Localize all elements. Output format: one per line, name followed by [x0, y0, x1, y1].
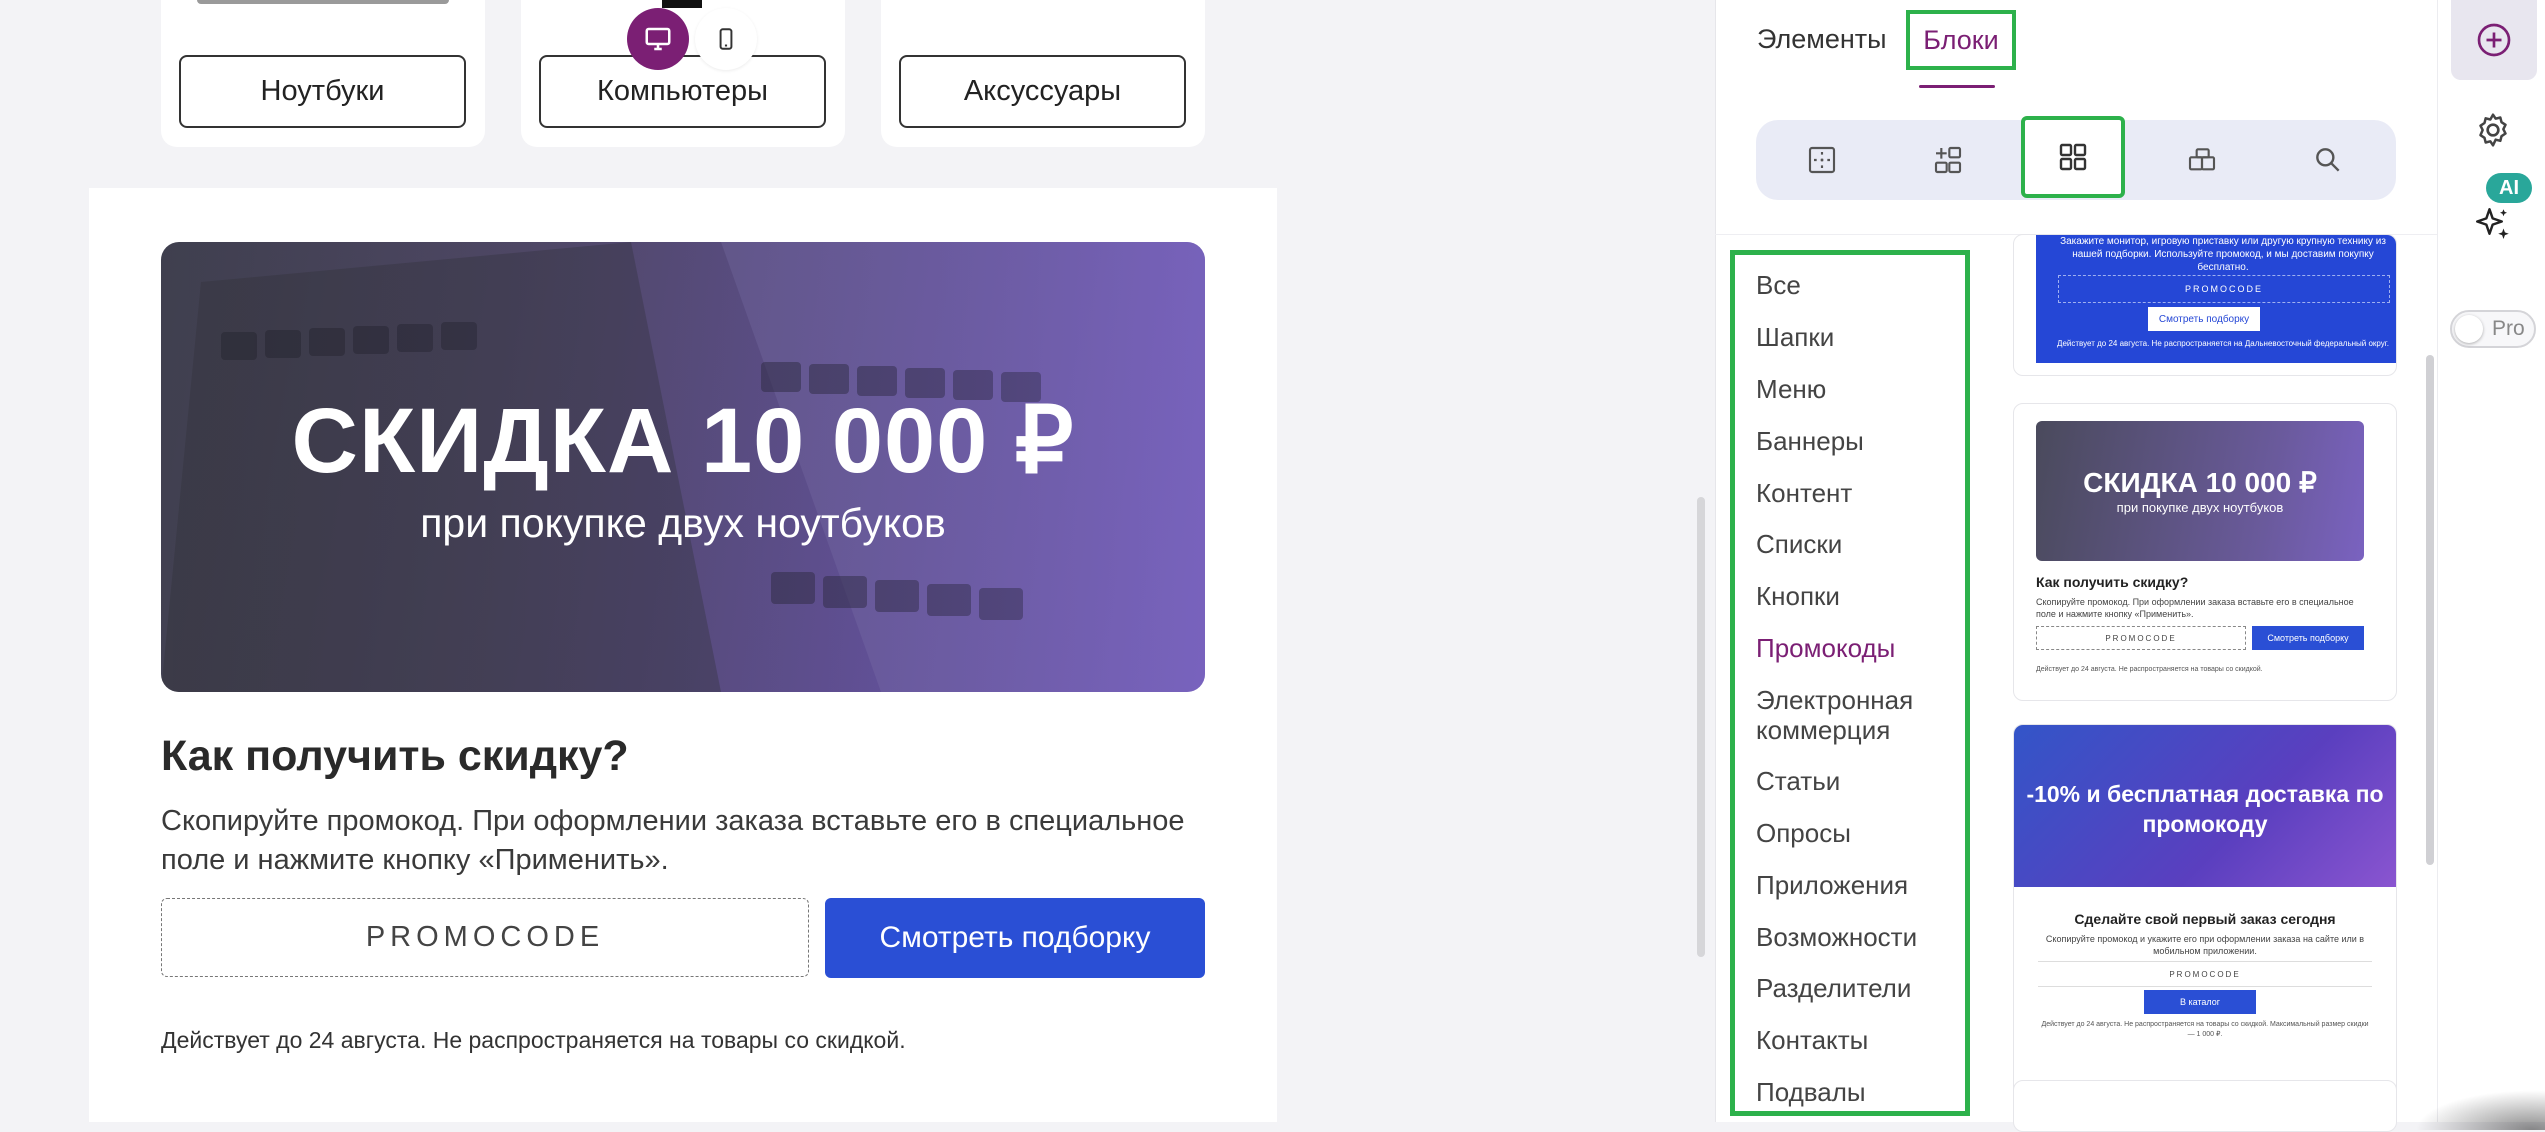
category-contacts[interactable]: Контакты — [1756, 1025, 1868, 1055]
banner-subtitle: при покупке двух ноутбуков — [420, 500, 946, 546]
saved-blocks-icon — [2188, 148, 2216, 171]
thumb-text: Закажите монитор, игровую приставку или … — [2060, 236, 2386, 273]
pro-label: Pro — [2492, 317, 2525, 340]
thumb-code: PROMOCODE — [2058, 275, 2390, 303]
category-polls[interactable]: Опросы — [1756, 818, 1851, 848]
block-handle[interactable] — [662, 0, 702, 8]
desktop-icon — [645, 27, 671, 51]
sparkles-icon — [2476, 208, 2509, 239]
toggle-knob — [2455, 315, 2483, 343]
active-tab-indicator — [1919, 85, 1995, 88]
how-to-get-heading: Как получить скидку? — [161, 732, 629, 780]
block-thumbnail[interactable]: СКИДКА 10 000 ₽ при покупке двух ноутбук… — [2013, 403, 2397, 701]
thumb-button: Смотреть подборку — [2148, 307, 2260, 331]
settings-button[interactable] — [2473, 110, 2513, 155]
category-menu[interactable]: Меню — [1756, 374, 1826, 404]
add-block-icon — [1934, 146, 1962, 174]
canvas-scrollbar[interactable] — [1697, 497, 1705, 957]
category-buttons[interactable]: Кнопки — [1756, 581, 1840, 611]
layout-grid-button[interactable] — [1782, 120, 1862, 200]
corner-shadow — [2415, 1090, 2545, 1130]
disclaimer-text: Действует до 24 августа. Не распространя… — [161, 1027, 906, 1053]
blocks-grid-icon — [2059, 143, 2087, 171]
thumb-banner-title: СКИДКА 10 000 ₽ — [2083, 467, 2317, 498]
thumb-banner-subtitle: при покупке двух ноутбуков — [2116, 500, 2284, 515]
ai-assistant-button[interactable] — [2472, 204, 2514, 251]
block-thumbnail[interactable] — [2013, 1080, 2397, 1132]
category-button-laptops[interactable]: Ноутбуки — [179, 55, 466, 128]
banner-title: СКИДКА 10 000 ₽ — [291, 390, 1075, 492]
thumb-heading: Сделайте свой первый заказ сегодня — [2074, 911, 2336, 927]
category-banners[interactable]: Баннеры — [1756, 426, 1864, 456]
category-features[interactable]: Возможности — [1756, 922, 1917, 952]
gear-icon — [2479, 113, 2507, 147]
block-thumbnail[interactable]: Закажите монитор, игровую приставку или … — [2013, 234, 2397, 376]
search-icon — [2316, 148, 2340, 172]
thumb-code: PROMOCODE — [2036, 626, 2246, 650]
how-to-get-text: Скопируйте промокод. При оформлении зака… — [161, 805, 1185, 876]
thumb-note: Действует до 24 августа. Не распространя… — [2057, 339, 2389, 348]
thumb-note: Действует до 24 августа. Не распространя… — [2041, 1021, 2369, 1038]
category-footers[interactable]: Подвалы — [1756, 1077, 1866, 1107]
thumb-button: Смотреть подборку — [2252, 626, 2364, 650]
right-rail — [2437, 0, 2545, 1122]
category-button-accessories[interactable]: Аксуссуары — [899, 55, 1186, 128]
category-all[interactable]: Все — [1756, 270, 1801, 300]
thumb-heading: Как получить скидку? — [2036, 574, 2189, 590]
mobile-icon — [719, 28, 733, 50]
category-dividers[interactable]: Разделители — [1756, 973, 1911, 1003]
panel-scrollbar[interactable] — [2426, 355, 2434, 865]
thumb-text: Скопируйте промокод и укажите его при оф… — [2045, 934, 2365, 956]
search-button[interactable] — [2288, 120, 2368, 200]
thumb-note: Действует до 24 августа. Не распространя… — [2036, 666, 2263, 673]
ai-badge: AI — [2486, 173, 2532, 203]
pro-toggle[interactable]: Pro — [2450, 310, 2536, 348]
add-button[interactable] — [2451, 0, 2537, 80]
saved-blocks-button[interactable] — [2162, 120, 2242, 200]
category-articles[interactable]: Статьи — [1756, 766, 1840, 796]
thumb-text: Скопируйте промокод. При оформлении зака… — [2036, 597, 2354, 619]
thumb-code: PROMOCODE — [2038, 961, 2372, 987]
mobile-view-button[interactable] — [695, 8, 757, 70]
blocks-toolbar — [1756, 116, 2396, 200]
promo-code-box[interactable]: PROMOCODE — [161, 898, 809, 977]
thumb-button: В каталог — [2144, 990, 2256, 1014]
block-thumbnail[interactable]: -10% и бесплатная доставка по промокоду … — [2013, 724, 2397, 1101]
tab-blocks[interactable]: Блоки — [1906, 10, 2016, 70]
desktop-view-button[interactable] — [627, 8, 689, 70]
category-ecommerce[interactable]: Электронная коммерция — [1756, 685, 1946, 745]
plus-circle-icon — [2477, 23, 2511, 57]
category-headers[interactable]: Шапки — [1756, 322, 1834, 352]
view-selection-button[interactable]: Смотреть подборку — [825, 898, 1205, 978]
add-block-button[interactable] — [1908, 120, 1988, 200]
blocks-grid-button[interactable] — [2021, 116, 2125, 198]
category-image — [197, 0, 449, 4]
category-lists[interactable]: Списки — [1756, 529, 1842, 559]
category-content[interactable]: Контент — [1756, 478, 1852, 508]
device-toggle — [627, 8, 757, 70]
tab-elements[interactable]: Элементы — [1757, 18, 1887, 60]
category-apps[interactable]: Приложения — [1756, 870, 1908, 900]
layout-grid-icon — [1808, 146, 1836, 174]
category-promocodes[interactable]: Промокоды — [1756, 633, 1895, 663]
promo-banner[interactable]: СКИДКА 10 000 ₽ при покупке двух ноутбук… — [161, 242, 1205, 692]
thumb-banner-title: -10% и бесплатная доставка по промокоду — [2026, 781, 2384, 837]
